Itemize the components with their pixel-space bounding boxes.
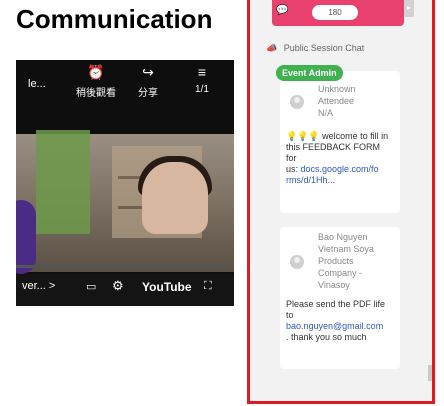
fullscreen-icon[interactable]: ⛶: [204, 280, 212, 293]
captions-icon[interactable]: ▭: [86, 280, 96, 293]
email-link[interactable]: bao.nguyen@gmail.com: [286, 321, 398, 332]
chat-count-badge[interactable]: 180: [312, 5, 358, 20]
chat-message-card: Event Admin Unknown Attendee N/A 💡💡💡 wel…: [276, 65, 400, 213]
session-title-text: Public Session Chat: [283, 43, 365, 53]
video-person: [142, 162, 208, 234]
video-player[interactable]: le... ⏰ 稍後觀看 ↪ 分享 ≡ 1/1 ver... > ▭ ⚙ You…: [16, 60, 234, 306]
gear-icon[interactable]: ⚙: [112, 278, 124, 294]
playlist-icon: ≡: [197, 64, 207, 80]
more-videos-button[interactable]: ver... >: [22, 280, 55, 292]
avatar: [290, 95, 304, 109]
message-body: Please send the PDF life to bao.nguyen@g…: [286, 299, 398, 343]
chat-scrollbar[interactable]: [428, 365, 432, 381]
video-person-left: [16, 200, 36, 274]
watch-later-button[interactable]: ⏰ 稍後觀看: [76, 64, 116, 99]
session-chat-title: 📣 Public Session Chat: [266, 43, 364, 54]
megaphone-icon: 📣: [266, 43, 278, 53]
clock-icon: ⏰: [87, 64, 105, 80]
watch-later-label: 稍後觀看: [76, 88, 116, 99]
share-label: 分享: [138, 88, 158, 99]
page-title: Communication: [16, 4, 213, 34]
message-author: Bao Nguyen Vietnam Soya Products Company…: [318, 232, 374, 290]
playlist-button[interactable]: ≡ 1/1: [182, 64, 222, 95]
video-title[interactable]: le...: [28, 78, 46, 90]
playlist-counter: 1/1: [195, 84, 209, 95]
message-author: Unknown Attendee N/A: [318, 84, 356, 118]
chat-message-card: Bao Nguyen Vietnam Soya Products Company…: [280, 227, 400, 369]
youtube-logo[interactable]: YouTube: [142, 280, 192, 294]
chat-count: 180: [328, 8, 342, 17]
share-icon: ↪: [142, 64, 154, 80]
panel-toggle-button[interactable]: ▸: [404, 0, 414, 17]
feedback-form-link[interactable]: us: docs.google.com/fo rms/d/1Hh...: [286, 164, 398, 186]
share-button[interactable]: ↪ 分享: [128, 64, 168, 99]
avatar: [290, 255, 304, 269]
video-progress-bar[interactable]: [16, 265, 234, 268]
admin-badge: Event Admin: [276, 65, 343, 81]
chat-panel: 180 💬 ▸ 📣 Public Session Chat Event Admi…: [247, 0, 435, 404]
chat-icon: 💬: [276, 5, 289, 16]
video-window: [36, 130, 90, 234]
chat-header: 180 💬: [272, 0, 404, 26]
message-body: 💡💡💡 welcome to fill in this FEEDBACK FOR…: [286, 131, 398, 186]
